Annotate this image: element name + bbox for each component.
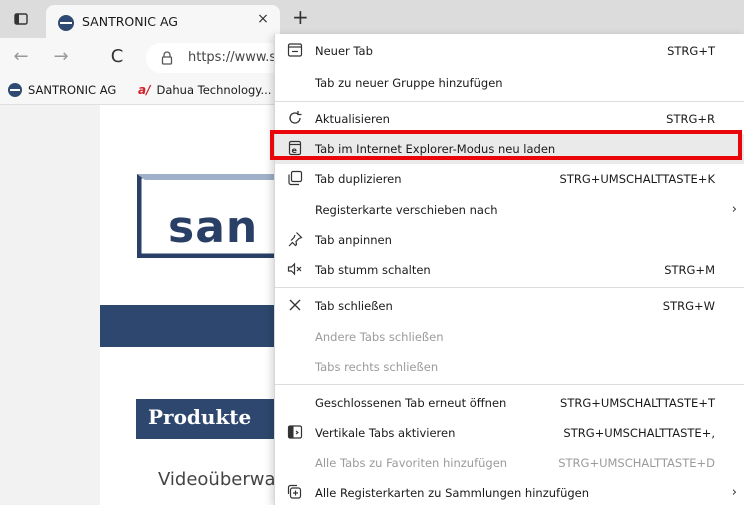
chevron-right-icon: ›: [731, 202, 737, 217]
site-logo: san: [168, 202, 259, 253]
menu-item-add-to-group[interactable]: Tab zu neuer Gruppe hinzufügen: [275, 68, 744, 98]
vertical-tabs-icon: [287, 424, 305, 442]
refresh-icon[interactable]: C: [106, 46, 128, 67]
menu-divider: [275, 101, 744, 102]
url-text: https://www.sa: [188, 50, 285, 65]
chevron-right-icon: ›: [731, 485, 737, 500]
dahua-favicon-icon: a/: [138, 83, 151, 97]
tab-strip: SANTRONIC AG × +: [0, 0, 744, 38]
close-icon: [287, 297, 305, 315]
menu-item-close-tabs-right[interactable]: Tabs rechts schließen: [275, 352, 744, 382]
page-content: san Produkte Videoüberwa: [100, 105, 276, 505]
forward-icon[interactable]: →: [50, 46, 72, 67]
produkte-label: Produkte: [148, 405, 252, 429]
menu-item-pin-tab[interactable]: Tab anpinnen: [275, 225, 744, 255]
menu-item-close-other-tabs[interactable]: Andere Tabs schließen: [275, 322, 744, 352]
bookmark-label: Dahua Technology...: [156, 83, 272, 97]
menu-item-close-tab[interactable]: Tab schließen STRG+W: [275, 291, 744, 321]
bookmark-dahua[interactable]: a/ Dahua Technology...: [138, 83, 271, 97]
active-tab[interactable]: SANTRONIC AG ×: [46, 5, 280, 38]
produkte-heading: Produkte: [136, 399, 274, 439]
menu-item-add-all-to-favorites[interactable]: Alle Tabs zu Favoriten hinzufügen STRG+U…: [275, 448, 744, 478]
refresh-icon: [287, 110, 305, 128]
bookmark-santronic[interactable]: SANTRONIC AG: [8, 83, 116, 97]
tab-actions-menu-icon[interactable]: [12, 10, 30, 28]
new-tab-button[interactable]: +: [292, 7, 309, 27]
collections-icon: [287, 484, 305, 502]
video-link[interactable]: Videoüberwa: [158, 469, 276, 490]
menu-item-reload-ie-mode[interactable]: e Tab im Internet Explorer-Modus neu lad…: [275, 134, 744, 164]
mute-icon: [287, 261, 305, 279]
menu-divider: [275, 287, 744, 288]
menu-item-refresh[interactable]: Aktualisieren STRG+R: [275, 104, 744, 134]
pin-icon: [287, 231, 305, 249]
menu-item-reopen-closed-tab[interactable]: Geschlossenen Tab erneut öffnen STRG+UMS…: [275, 388, 744, 418]
menu-item-new-tab[interactable]: Neuer Tab STRG+T: [275, 36, 744, 66]
new-tab-icon: [287, 42, 305, 60]
bookmark-label: SANTRONIC AG: [28, 83, 117, 97]
tab-context-menu: Neuer Tab STRG+T Tab zu neuer Gruppe hin…: [274, 34, 744, 505]
svg-text:e: e: [292, 146, 298, 155]
nav-band: [100, 305, 274, 347]
menu-item-mute-tab[interactable]: Tab stumm schalten STRG+M: [275, 255, 744, 285]
menu-item-move-tab[interactable]: Registerkarte verschieben nach ›: [275, 195, 744, 225]
santronic-favicon-icon: [58, 15, 74, 31]
duplicate-icon: [287, 170, 305, 188]
menu-divider: [275, 384, 744, 385]
ie-mode-icon: e: [287, 140, 305, 158]
santronic-favicon-icon: [8, 83, 22, 97]
menu-item-vertical-tabs[interactable]: Vertikale Tabs aktivieren STRG+UMSCHALTT…: [275, 418, 744, 448]
menu-item-duplicate[interactable]: Tab duplizieren STRG+UMSCHALTTASTE+K: [275, 164, 744, 194]
lock-icon[interactable]: [160, 50, 176, 66]
close-tab-icon[interactable]: ×: [254, 11, 272, 27]
back-icon[interactable]: ←: [10, 46, 32, 67]
menu-item-add-all-to-collections[interactable]: Alle Registerkarten zu Sammlungen hinzuf…: [275, 478, 744, 505]
tab-title: SANTRONIC AG: [82, 14, 178, 29]
